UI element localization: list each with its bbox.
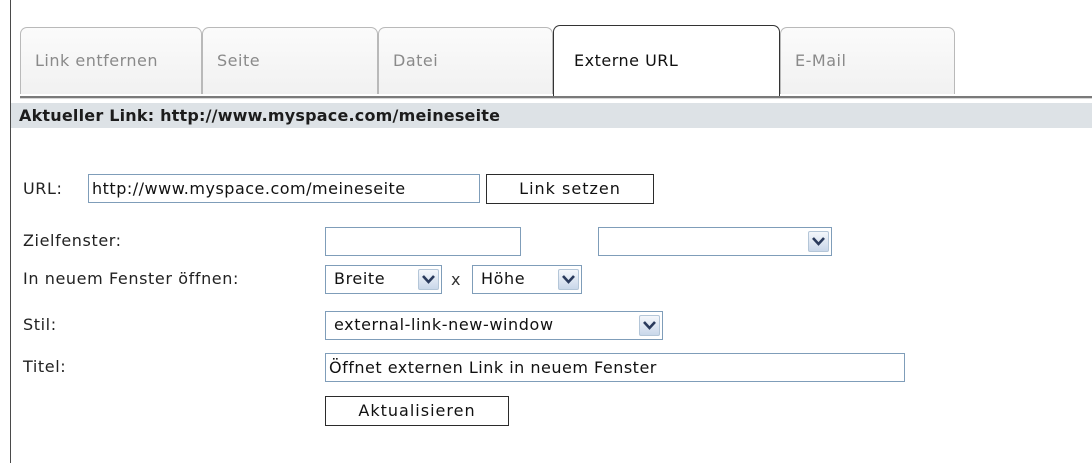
target-window-label: Zielfenster: <box>23 231 122 250</box>
window-height-select-value: Höhe <box>481 269 526 288</box>
title-input[interactable]: Öffnet externen Link in neuem Fenster <box>325 353 905 382</box>
new-window-label: In neuem Fenster öffnen: <box>23 269 239 288</box>
target-window-select[interactable] <box>598 227 832 256</box>
window-width-select[interactable]: Breite <box>325 265 442 294</box>
style-select[interactable]: external-link-new-window <box>325 311 663 340</box>
tab-label: E-Mail <box>795 51 847 70</box>
chevron-down-icon <box>558 269 579 290</box>
tab-label: Link entfernen <box>35 51 159 70</box>
current-link-bar: Aktueller Link: http://www.myspace.com/m… <box>11 103 1092 128</box>
tab-link-entfernen[interactable]: Link entfernen <box>20 27 202 94</box>
tab-baseline-shadow <box>20 98 1092 99</box>
tab-label: Seite <box>217 51 261 70</box>
current-link-text: Aktueller Link: http://www.myspace.com/m… <box>19 106 501 125</box>
window-height-select[interactable]: Höhe <box>472 265 582 294</box>
times-sign: x <box>451 270 461 289</box>
update-button[interactable]: Aktualisieren <box>325 396 509 426</box>
title-label: Titel: <box>23 357 67 376</box>
tab-label: Externe URL <box>574 51 679 70</box>
set-link-button[interactable]: Link setzen <box>486 174 654 204</box>
tab-e-mail[interactable]: E-Mail <box>780 27 955 94</box>
tab-datei[interactable]: Datei <box>378 27 553 94</box>
style-select-value: external-link-new-window <box>334 315 554 334</box>
tab-seite[interactable]: Seite <box>202 27 378 94</box>
window-left-border <box>10 0 11 463</box>
url-input[interactable]: http://www.myspace.com/meineseite <box>88 174 480 203</box>
chevron-down-icon <box>418 269 439 290</box>
url-label: URL: <box>23 179 63 198</box>
chevron-down-icon <box>639 315 660 336</box>
target-window-input[interactable] <box>325 227 521 256</box>
chevron-down-icon <box>808 231 829 252</box>
style-label: Stil: <box>23 315 57 334</box>
tab-label: Datei <box>393 51 439 70</box>
tab-externe-url[interactable]: Externe URL <box>553 25 780 96</box>
window-width-select-value: Breite <box>334 269 386 288</box>
